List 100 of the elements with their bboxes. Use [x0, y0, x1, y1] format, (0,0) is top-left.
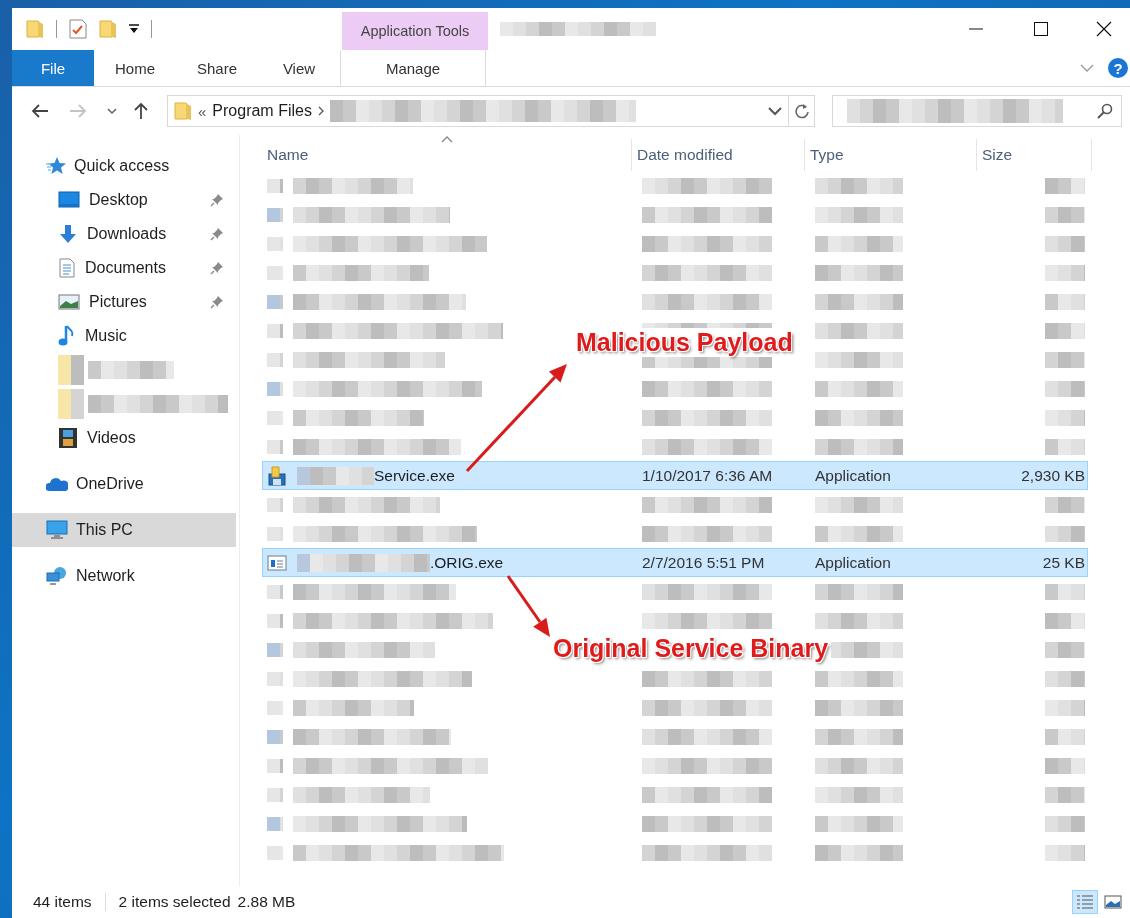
new-folder-icon — [99, 19, 117, 39]
blurred-text — [267, 381, 283, 396]
details-view-button[interactable] — [1072, 890, 1098, 914]
column-header[interactable]: Size — [977, 139, 1092, 171]
blurred-text — [267, 787, 283, 802]
blurred-text — [1045, 757, 1085, 774]
column-header[interactable]: Type — [805, 139, 977, 171]
computer-icon — [46, 520, 68, 540]
blurred-text — [267, 758, 283, 773]
help-button[interactable]: ? — [1108, 58, 1128, 78]
thumbnail-icon — [1104, 895, 1122, 909]
file-row[interactable]: .ORIG.exe 2/7/2016 5:51 PM Application 25 KB — [262, 548, 1088, 577]
blurred-text — [267, 729, 283, 744]
arrow — [506, 575, 550, 637]
blurred-text — [1045, 438, 1085, 455]
blurred-text — [267, 352, 283, 367]
column-header[interactable]: Name — [262, 139, 632, 171]
nav-item[interactable]: OneDrive — [12, 467, 236, 501]
nav-item[interactable]: Videos — [12, 421, 236, 455]
ribbon-tab[interactable]: Manage — [340, 50, 486, 86]
file-name: .ORIG.exe — [430, 553, 504, 572]
nav-item[interactable]: Quick access — [12, 149, 236, 183]
pin-icon[interactable] — [210, 261, 224, 275]
blurred-text — [1045, 264, 1085, 281]
nav-item[interactable]: Pictures — [12, 285, 236, 319]
blurred-text — [58, 389, 84, 419]
file-name: Service.exe — [374, 466, 455, 485]
close-icon — [1096, 21, 1112, 37]
document-icon — [58, 258, 76, 278]
blurred-text — [267, 613, 283, 628]
file-type: Application — [815, 553, 891, 572]
selection-size: 2.88 MB — [236, 893, 296, 911]
dropdown-icon[interactable] — [129, 23, 139, 35]
music-note-icon — [58, 325, 76, 347]
network-icon — [46, 566, 68, 586]
blurred-text — [1045, 612, 1085, 629]
blurred-text — [1045, 583, 1085, 600]
pin-icon[interactable] — [210, 227, 224, 241]
blurred-text — [267, 439, 283, 454]
blurred-text — [267, 526, 283, 541]
blurred-text — [1045, 293, 1085, 310]
expand-ribbon-icon[interactable] — [1080, 64, 1094, 72]
blurred-text — [1045, 496, 1085, 513]
file-size: 2,930 KB — [1021, 466, 1085, 485]
pin-icon[interactable] — [210, 295, 224, 309]
dropdown-icon[interactable] — [768, 106, 782, 116]
ribbon-tab[interactable]: Share — [176, 50, 258, 86]
blurred-text — [1045, 728, 1085, 745]
blurred-text — [1045, 322, 1085, 339]
ribbon-tab[interactable]: File — [12, 50, 94, 86]
installer-icon — [267, 465, 287, 486]
blurred-text — [267, 845, 283, 860]
pin-icon[interactable] — [210, 193, 224, 207]
blurred-text — [267, 236, 283, 251]
back-arrow-icon — [31, 103, 49, 119]
blurred-text — [1045, 815, 1085, 832]
item-count: 44 items — [12, 893, 106, 911]
nav-item[interactable]: Desktop — [12, 183, 236, 217]
blurred-text — [267, 207, 283, 222]
properties-icon[interactable] — [69, 19, 87, 39]
chevron-icon[interactable] — [317, 106, 324, 116]
folder-icon — [26, 19, 44, 39]
column-header[interactable]: Date modified — [632, 139, 805, 171]
nav-item[interactable]: Downloads — [12, 217, 236, 251]
blurred-text — [1045, 235, 1085, 252]
film-icon — [58, 427, 78, 449]
blurred-text — [1045, 206, 1085, 223]
refresh-button[interactable] — [789, 95, 815, 127]
up-arrow-icon — [133, 102, 149, 120]
maximize-icon — [1033, 22, 1048, 36]
overflow-mark[interactable]: « — [198, 102, 207, 120]
breadcrumb[interactable]: Program Files — [212, 102, 312, 120]
nav-item[interactable]: This PC — [12, 513, 236, 547]
minimize-icon — [968, 28, 983, 30]
blurred-text — [267, 265, 283, 280]
ribbon-tab[interactable]: View — [258, 50, 340, 86]
selection-count: 2 items selected — [117, 893, 231, 911]
file-row[interactable]: Service.exe 1/10/2017 6:36 AM Application 2,930 KB — [262, 461, 1088, 490]
blurred-text — [1045, 380, 1085, 397]
application-icon — [267, 554, 287, 571]
ribbon-tab[interactable]: Home — [94, 50, 176, 86]
blurred-text — [1045, 351, 1085, 368]
download-icon — [58, 224, 78, 244]
blurred-text — [267, 584, 283, 599]
date-modified: 2/7/2016 5:51 PM — [642, 553, 765, 572]
nav-item[interactable]: Music — [12, 319, 236, 353]
nav-item[interactable]: Network — [12, 559, 236, 593]
search-field[interactable] — [832, 95, 1122, 127]
blurred-text — [267, 323, 283, 338]
blurred-text — [1045, 641, 1085, 658]
folder-icon — [174, 101, 192, 121]
blurred-text — [267, 700, 283, 715]
blurred-text — [58, 355, 84, 385]
details-list-icon — [1076, 894, 1094, 910]
address-bar[interactable]: « Program Files — [167, 95, 789, 127]
blurred-text — [1045, 670, 1085, 687]
refresh-icon — [793, 103, 810, 119]
blurred-text — [267, 671, 283, 686]
nav-item[interactable]: Documents — [12, 251, 236, 285]
caret-icon — [107, 108, 117, 114]
